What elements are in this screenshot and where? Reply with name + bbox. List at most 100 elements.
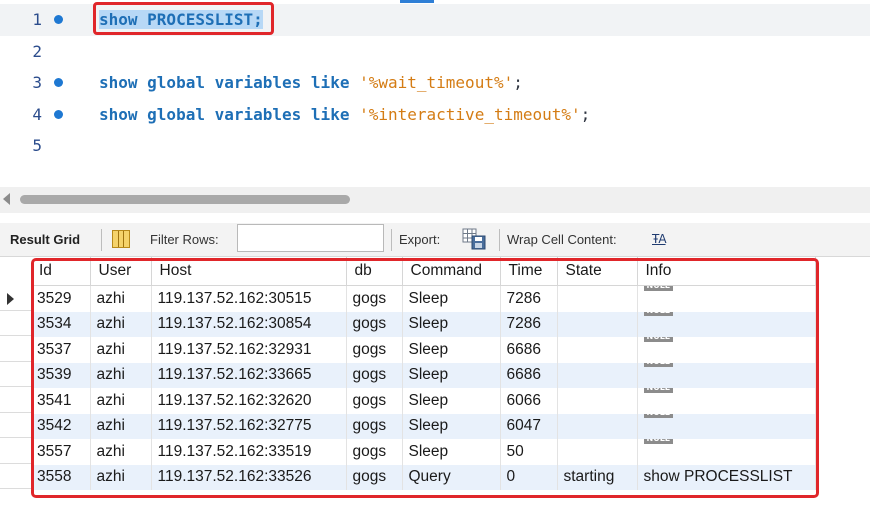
cell-info[interactable]: NULL xyxy=(637,311,816,337)
row-gutter-cell[interactable] xyxy=(0,285,31,311)
results-table[interactable]: Id User Host db Command Time State Info 3529 azh… xyxy=(31,257,816,490)
row-gutter-cell[interactable] xyxy=(0,311,31,336)
code-line[interactable]: 2 xyxy=(0,36,870,68)
cell-state[interactable] xyxy=(557,413,638,439)
cell-time[interactable]: 0 xyxy=(500,464,558,490)
cell-host[interactable]: 119.137.52.162:32620 xyxy=(151,388,347,414)
cell-db[interactable]: gogs xyxy=(346,439,403,465)
row-gutter-cell[interactable] xyxy=(0,464,31,489)
table-row[interactable]: 3541 azhi 119.137.52.162:32620 gogs Sleep 606… xyxy=(31,388,816,414)
column-header-command[interactable]: Command xyxy=(402,257,501,286)
cell-id[interactable]: 3542 xyxy=(31,413,91,439)
scrollbar-thumb[interactable] xyxy=(20,195,350,204)
cell-command[interactable]: Sleep xyxy=(402,337,501,363)
cell-command[interactable]: Sleep xyxy=(402,285,501,312)
column-header-host[interactable]: Host xyxy=(151,257,347,286)
cell-db[interactable]: gogs xyxy=(346,388,403,414)
wrap-text-icon[interactable]: ŦA xyxy=(652,232,667,246)
cell-user[interactable]: azhi xyxy=(90,337,152,363)
table-row[interactable]: 3557azhi119.137.52.162:33519gogsSleep50 N… xyxy=(31,439,816,465)
cell-host[interactable]: 119.137.52.162:33519 xyxy=(151,439,347,465)
result-grid[interactable]: Id User Host db Command Time State Info 3529 azh… xyxy=(0,257,870,518)
cell-id[interactable]: 3537 xyxy=(31,337,91,363)
table-row[interactable]: 3558 azhi 119.137.52.162:33526 gogs Query 0st… xyxy=(31,464,816,490)
cell-user[interactable]: azhi xyxy=(90,311,152,337)
cell-time[interactable]: 6686 xyxy=(500,337,558,363)
cell-id[interactable]: 3558 xyxy=(31,464,91,490)
row-gutter-cell[interactable] xyxy=(0,438,31,464)
row-gutter-cell[interactable] xyxy=(0,336,31,362)
cell-command[interactable]: Sleep xyxy=(402,413,501,439)
sql-editor[interactable]: 1 show PROCESSLIST; 2 3 show global variable… xyxy=(0,0,870,186)
cell-host[interactable]: 119.137.52.162:30515 xyxy=(151,285,347,312)
cell-db[interactable]: gogs xyxy=(346,362,403,388)
cell-info[interactable]: NULL xyxy=(637,439,816,465)
cell-user[interactable]: azhi xyxy=(90,413,152,439)
cell-command[interactable]: Sleep xyxy=(402,311,501,337)
cell-state[interactable] xyxy=(557,337,638,363)
column-header-id[interactable]: Id xyxy=(31,257,91,286)
cell-info[interactable]: NULL xyxy=(637,413,816,439)
cell-info[interactable]: NULL xyxy=(637,285,816,312)
cell-user[interactable]: azhi xyxy=(90,439,152,465)
cell-info[interactable]: NULL xyxy=(637,362,816,388)
cell-user[interactable]: azhi xyxy=(90,388,152,414)
cell-db[interactable]: gogs xyxy=(346,464,403,490)
sql-statement[interactable]: show global variables like '%wait_timeou… xyxy=(99,67,523,99)
column-header-db[interactable]: db xyxy=(346,257,403,286)
cell-host[interactable]: 119.137.52.162:33526 xyxy=(151,464,347,490)
cell-db[interactable]: gogs xyxy=(346,413,403,439)
cell-command[interactable]: Sleep xyxy=(402,439,501,465)
cell-time[interactable]: 6066 xyxy=(500,388,558,414)
column-header-user[interactable]: User xyxy=(90,257,152,286)
cell-time[interactable]: 7286 xyxy=(500,311,558,337)
table-row[interactable]: 3534 azhi 119.137.52.162:30854 gogs Sleep 728… xyxy=(31,311,816,337)
cell-user[interactable]: azhi xyxy=(90,464,152,490)
cell-state[interactable] xyxy=(557,362,638,388)
cell-host[interactable]: 119.137.52.162:32775 xyxy=(151,413,347,439)
cell-db[interactable]: gogs xyxy=(346,337,403,363)
cell-command[interactable]: Query xyxy=(402,464,501,490)
cell-info[interactable]: NULL xyxy=(637,337,816,363)
column-header-time[interactable]: Time xyxy=(500,257,558,286)
cell-time[interactable]: 6686 xyxy=(500,362,558,388)
column-header-state[interactable]: State xyxy=(557,257,638,286)
cell-time[interactable]: 7286 xyxy=(500,285,558,312)
cell-state[interactable] xyxy=(557,285,638,312)
row-gutter-cell[interactable] xyxy=(0,413,31,438)
row-gutter-cell[interactable] xyxy=(0,362,31,387)
cell-id[interactable]: 3539 xyxy=(31,362,91,388)
cell-id[interactable]: 3541 xyxy=(31,388,91,414)
cell-db[interactable]: gogs xyxy=(346,311,403,337)
cell-state[interactable]: starting xyxy=(557,464,638,490)
table-row[interactable]: 3529 azhi 119.137.52.162:30515 gogs Sleep 728… xyxy=(31,285,816,312)
cell-db[interactable]: gogs xyxy=(346,285,403,312)
cell-host[interactable]: 119.137.52.162:32931 xyxy=(151,337,347,363)
code-line[interactable]: 5 xyxy=(0,130,870,162)
filter-rows-input[interactable] xyxy=(237,224,384,252)
cell-host[interactable]: 119.137.52.162:30854 xyxy=(151,311,347,337)
cell-user[interactable]: azhi xyxy=(90,362,152,388)
cell-state[interactable] xyxy=(557,439,638,465)
table-row[interactable]: 3537 azhi 119.137.52.162:32931 gogs Sleep 668… xyxy=(31,337,816,363)
cell-user[interactable]: azhi xyxy=(90,285,152,312)
cell-host[interactable]: 119.137.52.162:33665 xyxy=(151,362,347,388)
cell-info[interactable]: NULL xyxy=(637,388,816,414)
table-row[interactable]: 3542 azhi 119.137.52.162:32775 gogs Sleep 604… xyxy=(31,413,816,439)
cell-id[interactable]: 3557 xyxy=(31,439,91,465)
code-line[interactable]: 4 show global variables like '%interactiv… xyxy=(0,99,870,131)
code-line[interactable]: 3 show global variables like '%wait_timeo… xyxy=(0,67,870,99)
cell-state[interactable] xyxy=(557,388,638,414)
row-gutter-cell[interactable] xyxy=(0,387,31,413)
cell-time[interactable]: 50 xyxy=(500,439,558,465)
editor-horizontal-scrollbar[interactable] xyxy=(0,187,870,213)
cell-id[interactable]: 3529 xyxy=(31,285,91,312)
cell-time[interactable]: 6047 xyxy=(500,413,558,439)
sql-statement[interactable]: show global variables like '%interactive… xyxy=(99,99,590,131)
result-grid-tab[interactable]: Result Grid xyxy=(10,223,80,257)
table-row[interactable]: 3539 azhi 119.137.52.162:33665 gogs Sleep 668… xyxy=(31,362,816,388)
cell-command[interactable]: Sleep xyxy=(402,362,501,388)
cell-id[interactable]: 3534 xyxy=(31,311,91,337)
cell-command[interactable]: Sleep xyxy=(402,388,501,414)
cell-info[interactable]: show PROCESSLIST xyxy=(637,464,816,490)
